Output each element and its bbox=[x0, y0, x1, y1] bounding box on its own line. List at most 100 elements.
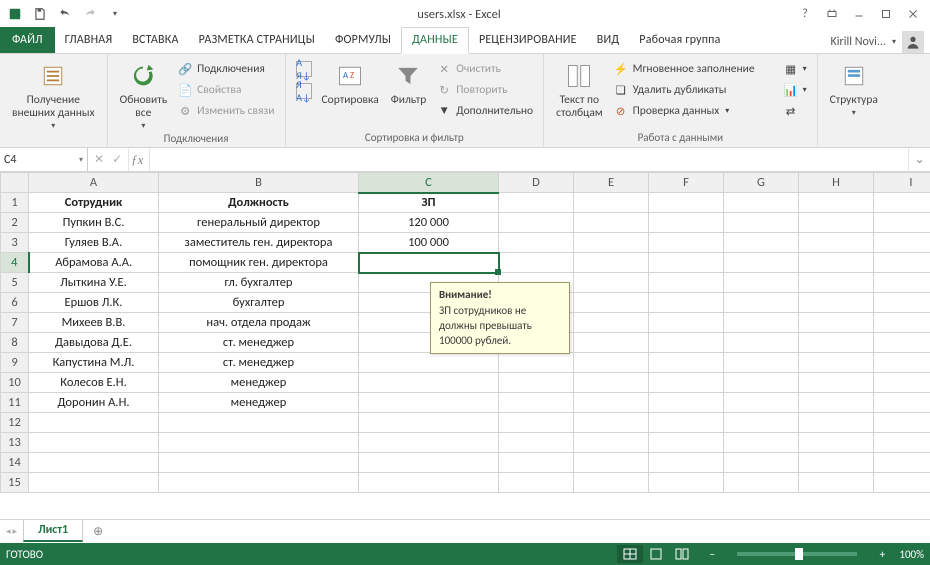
refresh-all-button[interactable]: Обновить все ▾ bbox=[114, 56, 174, 132]
cell[interactable] bbox=[159, 473, 359, 493]
cell[interactable] bbox=[649, 473, 724, 493]
cell[interactable] bbox=[724, 233, 799, 253]
cell[interactable] bbox=[649, 413, 724, 433]
cell[interactable] bbox=[799, 453, 874, 473]
row-9[interactable]: 9 bbox=[1, 353, 29, 373]
cell[interactable] bbox=[159, 433, 359, 453]
cell[interactable] bbox=[799, 373, 874, 393]
formula-input[interactable] bbox=[150, 148, 908, 171]
view-normal-button[interactable] bbox=[617, 545, 643, 563]
cell[interactable] bbox=[799, 413, 874, 433]
cell[interactable] bbox=[874, 333, 930, 353]
cell[interactable] bbox=[359, 413, 499, 433]
cell[interactable]: Сотрудник bbox=[29, 193, 159, 213]
redo-icon[interactable] bbox=[79, 3, 101, 25]
cell[interactable]: Доронин А.Н. bbox=[29, 393, 159, 413]
cell[interactable] bbox=[574, 233, 649, 253]
cell[interactable]: Пупкин В.С. bbox=[29, 213, 159, 233]
col-D[interactable]: D bbox=[499, 173, 574, 193]
undo-icon[interactable] bbox=[54, 3, 76, 25]
cell[interactable]: Михеев В.В. bbox=[29, 313, 159, 333]
row-15[interactable]: 15 bbox=[1, 473, 29, 493]
cell[interactable] bbox=[499, 233, 574, 253]
minimize-icon[interactable] bbox=[846, 3, 872, 25]
cell[interactable] bbox=[649, 273, 724, 293]
spreadsheet-grid[interactable]: A B C D E F G H I 1СотрудникДолжностьЗП2… bbox=[0, 172, 930, 519]
whatif-button[interactable]: 📊▾ bbox=[781, 81, 809, 99]
row-3[interactable]: 3 bbox=[1, 233, 29, 253]
tab-workgroup[interactable]: Рабочая группа bbox=[629, 28, 730, 53]
row-11[interactable]: 11 bbox=[1, 393, 29, 413]
cell[interactable] bbox=[499, 213, 574, 233]
cell[interactable] bbox=[574, 373, 649, 393]
cell[interactable]: Должность bbox=[159, 193, 359, 213]
cell[interactable]: нач. отдела продаж bbox=[159, 313, 359, 333]
view-pagelayout-button[interactable] bbox=[643, 545, 669, 563]
properties-button[interactable]: 📄Свойства bbox=[175, 81, 276, 99]
reapply-button[interactable]: ↻Повторить bbox=[434, 81, 535, 99]
cell[interactable] bbox=[799, 333, 874, 353]
cell[interactable] bbox=[799, 393, 874, 413]
row-2[interactable]: 2 bbox=[1, 213, 29, 233]
cell[interactable] bbox=[799, 233, 874, 253]
cell[interactable] bbox=[649, 353, 724, 373]
col-G[interactable]: G bbox=[724, 173, 799, 193]
view-pagebreak-button[interactable] bbox=[669, 545, 695, 563]
cell[interactable] bbox=[574, 193, 649, 213]
cell[interactable] bbox=[724, 393, 799, 413]
cell[interactable] bbox=[874, 433, 930, 453]
cell[interactable] bbox=[649, 433, 724, 453]
cell[interactable] bbox=[359, 373, 499, 393]
cell[interactable] bbox=[799, 273, 874, 293]
cell[interactable] bbox=[29, 433, 159, 453]
cell[interactable] bbox=[799, 473, 874, 493]
cell[interactable] bbox=[724, 193, 799, 213]
cell[interactable] bbox=[574, 253, 649, 273]
cell[interactable] bbox=[499, 353, 574, 373]
cell[interactable] bbox=[649, 313, 724, 333]
clear-filter-button[interactable]: ✕Очистить bbox=[434, 60, 535, 78]
edit-links-button[interactable]: ⚙Изменить связи bbox=[175, 102, 276, 120]
cell[interactable]: Лыткина У.Е. bbox=[29, 273, 159, 293]
flash-fill-button[interactable]: ⚡Мгновенное заполнение bbox=[611, 60, 777, 78]
cell[interactable] bbox=[499, 453, 574, 473]
cell[interactable] bbox=[724, 413, 799, 433]
cell[interactable]: Давыдова Д.Е. bbox=[29, 333, 159, 353]
cell[interactable] bbox=[499, 433, 574, 453]
cell[interactable]: менеджер bbox=[159, 373, 359, 393]
cell[interactable]: Абрамова А.А. bbox=[29, 253, 159, 273]
cell[interactable] bbox=[29, 453, 159, 473]
cell[interactable]: 100 000 bbox=[359, 233, 499, 253]
cell[interactable] bbox=[874, 453, 930, 473]
fx-icon[interactable]: ƒx bbox=[129, 148, 150, 171]
data-validation-button[interactable]: ⊘Проверка данных ▾ bbox=[611, 102, 777, 120]
cell[interactable] bbox=[724, 333, 799, 353]
zoom-slider[interactable] bbox=[737, 552, 857, 556]
advanced-filter-button[interactable]: ▼Дополнительно bbox=[434, 102, 535, 120]
consolidate-button[interactable]: ▦▾ bbox=[781, 60, 809, 78]
row-4[interactable]: 4 bbox=[1, 253, 29, 273]
cell[interactable] bbox=[159, 453, 359, 473]
cell[interactable] bbox=[724, 453, 799, 473]
cell[interactable] bbox=[874, 373, 930, 393]
cell[interactable] bbox=[724, 313, 799, 333]
expand-formula-bar-icon[interactable]: ⌄ bbox=[908, 148, 930, 171]
cell[interactable] bbox=[799, 253, 874, 273]
cell[interactable] bbox=[724, 373, 799, 393]
cell[interactable] bbox=[359, 473, 499, 493]
name-box[interactable]: ▾ bbox=[0, 148, 88, 171]
text-to-columns-button[interactable]: Текст по столбцам bbox=[550, 56, 609, 120]
cell[interactable] bbox=[724, 353, 799, 373]
cell[interactable] bbox=[29, 473, 159, 493]
zoom-in-button[interactable]: + bbox=[875, 548, 889, 561]
close-icon[interactable] bbox=[900, 3, 926, 25]
cell[interactable] bbox=[649, 293, 724, 313]
cell[interactable] bbox=[499, 413, 574, 433]
cell[interactable] bbox=[574, 353, 649, 373]
cell[interactable] bbox=[499, 393, 574, 413]
col-A[interactable]: A bbox=[29, 173, 159, 193]
sort-desc-button[interactable]: ЯА↓ bbox=[294, 82, 314, 100]
cell[interactable] bbox=[799, 433, 874, 453]
cell[interactable]: Капустина М.Л. bbox=[29, 353, 159, 373]
cell[interactable] bbox=[574, 213, 649, 233]
